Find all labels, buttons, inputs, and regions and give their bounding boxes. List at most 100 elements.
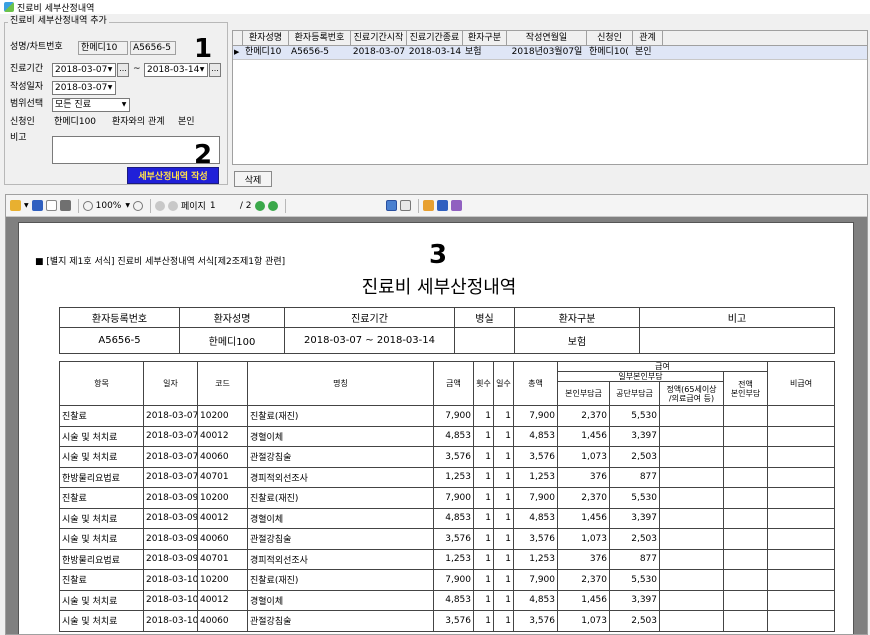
cell-empty bbox=[722, 487, 769, 509]
cell-name: 관절강침술 bbox=[247, 528, 434, 550]
cell-count: 1 bbox=[473, 405, 494, 427]
period-start-ellipsis-button[interactable]: ... bbox=[117, 63, 129, 77]
grid-header-cell[interactable]: 환자등록번호 bbox=[289, 31, 351, 45]
hand-tool-icon[interactable] bbox=[423, 200, 435, 211]
page-total: / 2 bbox=[239, 200, 252, 211]
info-header: 환자성명 bbox=[179, 307, 285, 328]
period-end-field[interactable]: 2018-03-14 ▼ bbox=[144, 63, 208, 77]
cell-code: 40012 bbox=[197, 507, 248, 529]
patient-name-field[interactable]: 한메디10 bbox=[78, 41, 128, 55]
cell-item: 시술 및 처치료 bbox=[59, 610, 144, 632]
cell-count: 1 bbox=[473, 548, 494, 570]
info-value: A5656-5 bbox=[59, 327, 180, 354]
cell-code: 40012 bbox=[197, 589, 248, 611]
new-page-icon[interactable] bbox=[45, 200, 57, 211]
cell-code: 40701 bbox=[197, 548, 248, 570]
col-header-self-pay: 본인부담금 bbox=[557, 381, 610, 406]
col-header-days: 일수 bbox=[493, 361, 514, 406]
page-current-input[interactable]: 1 bbox=[210, 201, 236, 211]
save-icon[interactable] bbox=[31, 200, 43, 211]
cell-date: 2018-03-07 bbox=[143, 405, 198, 427]
cell-amount: 4,853 bbox=[433, 425, 474, 447]
cell-days: 1 bbox=[493, 487, 514, 509]
grid-cell[interactable]: 2018년03월07일 bbox=[507, 46, 587, 59]
text-select-icon[interactable] bbox=[437, 200, 449, 211]
table-row: 진찰료 2018-03-10 10200 진찰료(재진) 7,900 1 1 7,900 2,3… bbox=[59, 569, 835, 591]
period-start-field[interactable]: 2018-03-07 ▼ bbox=[52, 63, 116, 77]
cell-self: 1,456 bbox=[557, 589, 610, 611]
grid-header-cell[interactable]: 진료기간종료 bbox=[407, 31, 463, 45]
cell-code: 40012 bbox=[197, 425, 248, 447]
chart-number-field[interactable]: A5656-5 bbox=[130, 41, 176, 55]
info-value-row: A5656-5 한메디100 2018-03-07 ~ 2018-03-14 보… bbox=[59, 327, 835, 354]
cell-empty bbox=[767, 425, 835, 447]
grid-header-cell[interactable]: 진료기간시작 bbox=[351, 31, 407, 45]
cell-empty bbox=[767, 466, 835, 488]
single-page-icon[interactable] bbox=[386, 200, 398, 211]
chevron-down-icon[interactable]: ▼ bbox=[105, 82, 115, 94]
window-titlebar: 진료비 세부산정내역 bbox=[0, 0, 870, 14]
chevron-down-icon[interactable]: ▼ bbox=[197, 64, 207, 76]
open-folder-icon[interactable] bbox=[10, 200, 21, 211]
grid-header-cell[interactable]: 관계 bbox=[633, 31, 663, 45]
grid-header-cell[interactable]: 환자구분 bbox=[463, 31, 507, 45]
chevron-down-icon[interactable]: ▼ bbox=[24, 202, 29, 209]
period-end-ellipsis-button[interactable]: ... bbox=[209, 63, 221, 77]
grid-header-cell[interactable]: 환자성명 bbox=[243, 31, 289, 45]
cell-self: 1,456 bbox=[557, 507, 610, 529]
cell-days: 1 bbox=[493, 528, 514, 550]
group-title: 진료비 세부산정내역 추가 bbox=[8, 16, 109, 27]
cell-amount: 1,253 bbox=[433, 466, 474, 488]
create-detail-button[interactable]: 세부산정내역 작성 bbox=[127, 167, 219, 184]
cell-days: 1 bbox=[493, 507, 514, 529]
cell-self: 2,370 bbox=[557, 405, 610, 427]
info-header-row: 환자등록번호 환자성명 진료기간 병실 환자구분 비고 bbox=[59, 307, 835, 328]
info-value: 2018-03-07 ~ 2018-03-14 bbox=[284, 327, 455, 354]
write-date-field[interactable]: 2018-03-07 ▼ bbox=[52, 81, 116, 95]
chevron-down-icon[interactable]: ▼ bbox=[105, 64, 115, 76]
chevron-down-icon[interactable]: ▼ bbox=[119, 99, 129, 111]
relation-value[interactable]: 본인 bbox=[178, 115, 195, 129]
delete-button[interactable]: 삭제 bbox=[234, 171, 272, 187]
prev-page-icon[interactable] bbox=[167, 200, 178, 211]
cell-insurer: 5,530 bbox=[609, 487, 660, 509]
cell-name: 경혈이체 bbox=[247, 507, 434, 529]
period-start-value: 2018-03-07 bbox=[55, 65, 108, 75]
zoom-out-icon[interactable] bbox=[82, 200, 93, 211]
grid-indicator-header bbox=[233, 31, 243, 45]
first-page-icon[interactable] bbox=[154, 200, 165, 211]
zoom-level[interactable]: 100% bbox=[96, 201, 122, 211]
last-page-icon[interactable] bbox=[268, 200, 279, 211]
grid-row[interactable]: ▶ 한메디10 A5656-5 2018-03-07 2018-03-14 보험… bbox=[233, 46, 867, 60]
info-value: 보험 bbox=[514, 327, 640, 354]
cell-total: 1,253 bbox=[513, 466, 558, 488]
report-canvas[interactable]: ■ [별지 제1호 서식] 진료비 세부산정내역 서식[제2조제1항 관련] 3… bbox=[6, 217, 867, 634]
cell-empty bbox=[659, 569, 724, 591]
cell-self: 1,073 bbox=[557, 446, 610, 468]
grid-cell[interactable]: 2018-03-07 bbox=[351, 46, 407, 59]
cell-empty bbox=[659, 466, 724, 488]
multi-page-icon[interactable] bbox=[400, 200, 412, 211]
cell-empty bbox=[659, 528, 724, 550]
grid-cell[interactable]: 한메디10 bbox=[243, 46, 289, 59]
grid-header-cell[interactable]: 작성연월일 bbox=[507, 31, 587, 45]
marker-3: 3 bbox=[429, 240, 448, 270]
print-icon[interactable] bbox=[59, 200, 71, 211]
find-icon[interactable] bbox=[451, 200, 463, 211]
cell-code: 10200 bbox=[197, 487, 248, 509]
grid-cell[interactable]: 본인 bbox=[633, 46, 663, 59]
cell-name: 진찰료(재진) bbox=[247, 487, 434, 509]
applicant-value[interactable]: 한메디100 bbox=[54, 115, 96, 129]
next-page-icon[interactable] bbox=[255, 200, 266, 211]
scope-select[interactable]: 모든 진료 ▼ bbox=[52, 98, 130, 112]
zoom-in-icon[interactable] bbox=[132, 200, 143, 211]
cell-days: 1 bbox=[493, 466, 514, 488]
grid-header-cell[interactable]: 신청인 bbox=[587, 31, 633, 45]
grid-cell[interactable]: 보험 bbox=[463, 46, 507, 59]
grid-cell[interactable]: A5656-5 bbox=[289, 46, 351, 59]
grid-cell[interactable]: 한메디10( bbox=[587, 46, 633, 59]
record-grid[interactable]: 환자성명 환자등록번호 진료기간시작 진료기간종료 환자구분 작성연월일 신청인… bbox=[232, 30, 868, 165]
grid-cell[interactable]: 2018-03-14 bbox=[407, 46, 463, 59]
chevron-down-icon[interactable]: ▼ bbox=[125, 202, 130, 209]
full-self-line-2: 본인부담 bbox=[730, 388, 761, 398]
